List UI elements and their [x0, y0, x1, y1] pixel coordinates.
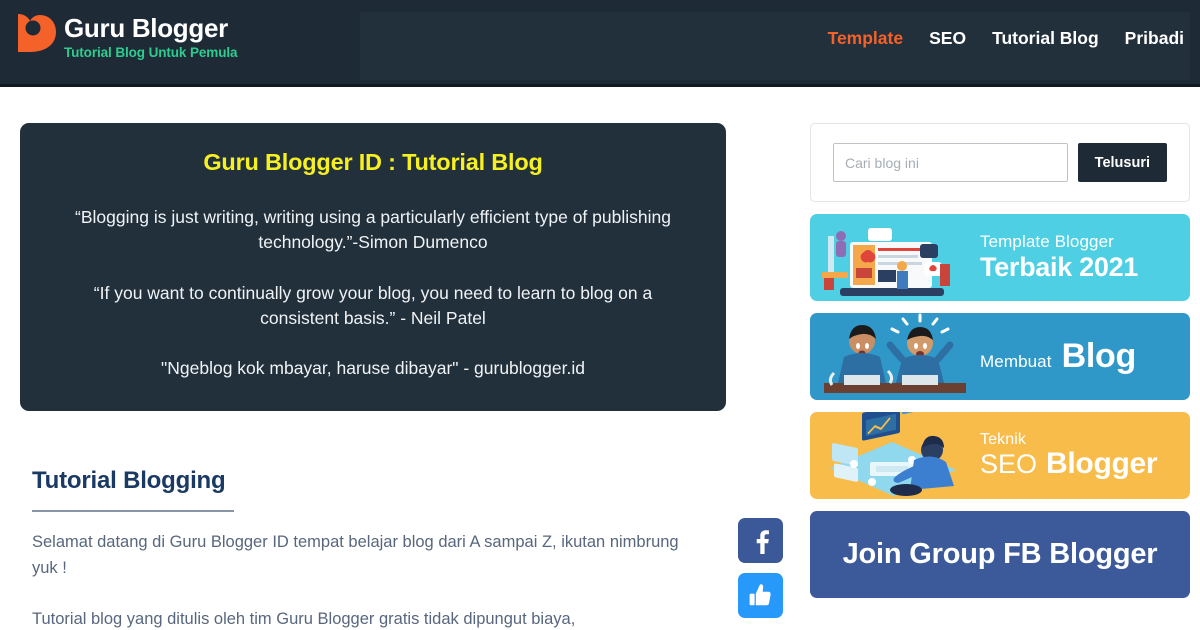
- search-widget: Telusuri: [810, 123, 1190, 202]
- facebook-share-button[interactable]: [738, 518, 783, 563]
- two-bloggers-illustration: [824, 313, 966, 393]
- hero-quote-card: Guru Blogger ID : Tutorial Blog “Bloggin…: [20, 123, 726, 412]
- page-body: Guru Blogger ID : Tutorial Blog “Bloggin…: [0, 87, 1200, 630]
- sidebar: Telusuri: [810, 123, 1190, 598]
- nav-link-tutorial-blog[interactable]: Tutorial Blog: [992, 28, 1099, 49]
- banner-membuat-big: Blog: [1061, 337, 1137, 376]
- join-fb-group-label: Join Group FB Blogger: [842, 538, 1158, 570]
- floating-social-buttons: [738, 518, 783, 618]
- brand-tagline: Tutorial Blog Untuk Pemula: [64, 45, 238, 61]
- banner-seo-mid: SEO: [980, 448, 1038, 479]
- thumbs-up-icon: [749, 584, 771, 606]
- brand-name: Guru Blogger: [64, 13, 228, 43]
- banner-membuat-copy: Membuat Blog: [980, 338, 1190, 375]
- search-submit-button[interactable]: Telusuri: [1077, 143, 1167, 182]
- site-header: Guru Blogger Tutorial Blog Untuk Pemula …: [0, 0, 1200, 87]
- article-section: Tutorial Blogging Selamat datang di Guru…: [20, 467, 730, 630]
- facebook-like-button[interactable]: [738, 573, 783, 618]
- banner-seo-small: Teknik: [980, 430, 1026, 448]
- article-paragraph-1: Selamat datang di Guru Blogger ID tempat…: [32, 533, 679, 577]
- hero-title: Guru Blogger ID : Tutorial Blog: [203, 149, 543, 175]
- banner-membuat-small: Membuat: [980, 352, 1052, 372]
- banner-template-copy: Template Blogger Terbaik 2021: [980, 231, 1190, 283]
- banner-teknik-seo[interactable]: Teknik SEO Blogger: [810, 412, 1190, 499]
- nav-link-pribadi[interactable]: Pribadi: [1125, 28, 1184, 49]
- banner-template-big: Terbaik 2021: [980, 252, 1139, 283]
- banner-template-small: Template Blogger: [980, 231, 1114, 251]
- main-content: Guru Blogger ID : Tutorial Blog “Bloggin…: [20, 123, 730, 630]
- facebook-icon: [756, 529, 769, 554]
- join-fb-group-button[interactable]: Join Group FB Blogger: [810, 511, 1190, 598]
- hero-quote-1: “Blogging is just writing, writing using…: [75, 207, 671, 252]
- site-brand[interactable]: Guru Blogger Tutorial Blog Untuk Pemula: [14, 11, 238, 61]
- seo-desk-illustration: [830, 412, 956, 496]
- laptop-illustration: [822, 228, 950, 296]
- nav-link-seo[interactable]: SEO: [929, 28, 966, 49]
- hero-quote-2: “If you want to continually grow your bl…: [93, 282, 653, 328]
- article-divider: [32, 510, 234, 513]
- banner-membuat-blog[interactable]: Membuat Blog: [810, 313, 1190, 400]
- banner-seo-big: Blogger: [1046, 446, 1158, 480]
- search-input[interactable]: [833, 143, 1068, 182]
- heart-b-logo-icon: [18, 14, 56, 52]
- article-title: Tutorial Blogging: [32, 467, 226, 495]
- article-paragraph-2: Tutorial blog yang ditulis oleh tim Guru…: [32, 610, 576, 629]
- banner-seo-copy: Teknik SEO Blogger: [980, 431, 1190, 481]
- banner-template-blogger[interactable]: Template Blogger Terbaik 2021: [810, 214, 1190, 301]
- nav-link-template[interactable]: Template: [828, 28, 904, 49]
- main-navigation: Template SEO Tutorial Blog Pribadi: [828, 28, 1184, 49]
- page-layout: Guru Blogger ID : Tutorial Blog “Bloggin…: [0, 87, 1200, 630]
- hero-quote-3: "Ngeblog kok mbayar, haruse dibayar" - g…: [161, 358, 585, 379]
